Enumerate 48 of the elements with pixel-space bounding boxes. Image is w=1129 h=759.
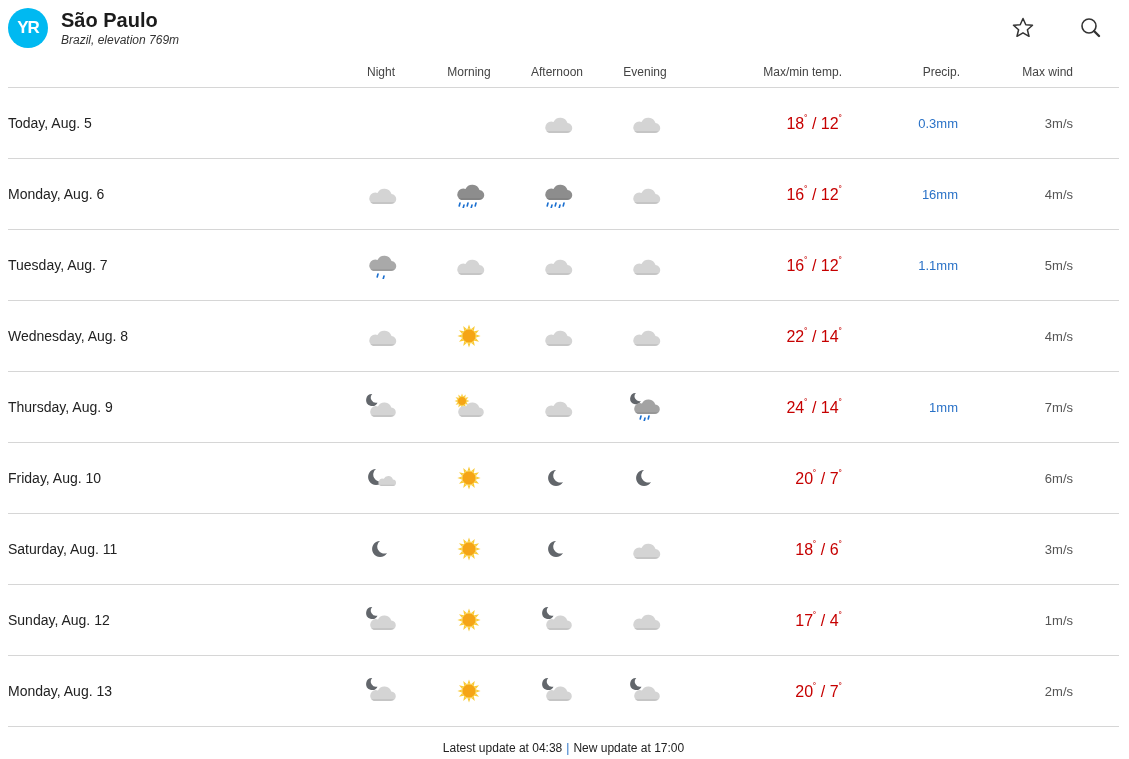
update-text: New update at 17:00: [573, 741, 685, 755]
precipitation: 1mm: [929, 400, 958, 415]
wind-speed: 4m/s: [1044, 329, 1073, 344]
column-header: Morning: [446, 64, 492, 79]
temperature: 16$^{˚}$ / 12$^{˚}$: [786, 256, 842, 274]
star-icon: [1011, 16, 1035, 40]
temperature: 24$^{˚}$ / 14$^{˚}$: [786, 398, 842, 416]
precipitation: 1.1mm: [918, 258, 958, 273]
column-header: Evening: [622, 64, 668, 79]
column-header: Precip.: [921, 64, 960, 79]
wind-speed: 7m/s: [1044, 400, 1073, 415]
wind-speed: 4m/s: [1044, 187, 1073, 202]
temperature: 20$^{˚}$ / 7$^{˚}$: [795, 469, 842, 487]
temperature: 18$^{˚}$ / 12$^{˚}$: [786, 114, 842, 132]
favorite-button[interactable]: [1011, 16, 1035, 40]
location-subtitle: Brazil, elevation 769m: [61, 33, 180, 47]
day-label: Today, Aug. 5: [8, 115, 93, 131]
day-label: Monday, Aug. 13: [8, 683, 114, 699]
wind-speed: 5m/s: [1044, 258, 1073, 273]
temperature: 22$^{˚}$ / 14$^{˚}$: [786, 327, 842, 345]
search-icon: [1079, 16, 1103, 40]
temperature: 18$^{˚}$ / 6$^{˚}$: [795, 540, 842, 558]
column-header: Max wind: [1021, 64, 1074, 79]
temperature: 16$^{˚}$ / 12$^{˚}$: [786, 185, 842, 203]
column-header: Max/min temp.: [762, 64, 843, 79]
wind-speed: 2m/s: [1044, 684, 1073, 699]
wind-speed: 3m/s: [1044, 116, 1073, 131]
column-header: Afternoon: [529, 64, 584, 79]
wind-speed: 1m/s: [1044, 613, 1073, 628]
day-label: Monday, Aug. 6: [8, 186, 106, 202]
wind-speed: 6m/s: [1044, 471, 1073, 486]
precipitation: 0.3mm: [918, 116, 958, 131]
search-button[interactable]: [1079, 16, 1103, 40]
day-label: Sunday, Aug. 12: [8, 612, 111, 628]
day-label: Tuesday, Aug. 7: [8, 257, 109, 273]
day-label: Friday, Aug. 10: [8, 470, 103, 486]
precipitation: 16mm: [921, 187, 958, 202]
wind-speed: 3m/s: [1044, 542, 1073, 557]
logo[interactable]: YR: [8, 8, 48, 48]
temperature: 17$^{˚}$ / 4$^{˚}$: [795, 611, 842, 629]
column-header: Night: [366, 64, 396, 79]
location-title: São Paulo: [61, 9, 159, 31]
separator: |: [566, 741, 570, 755]
day-label: Saturday, Aug. 11: [8, 541, 119, 557]
day-label: Thursday, Aug. 9: [8, 399, 114, 415]
day-label: Wednesday, Aug. 8: [8, 328, 130, 344]
update-text: Latest update at 04:38: [442, 741, 563, 755]
temperature: 20$^{˚}$ / 7$^{˚}$: [795, 682, 842, 700]
